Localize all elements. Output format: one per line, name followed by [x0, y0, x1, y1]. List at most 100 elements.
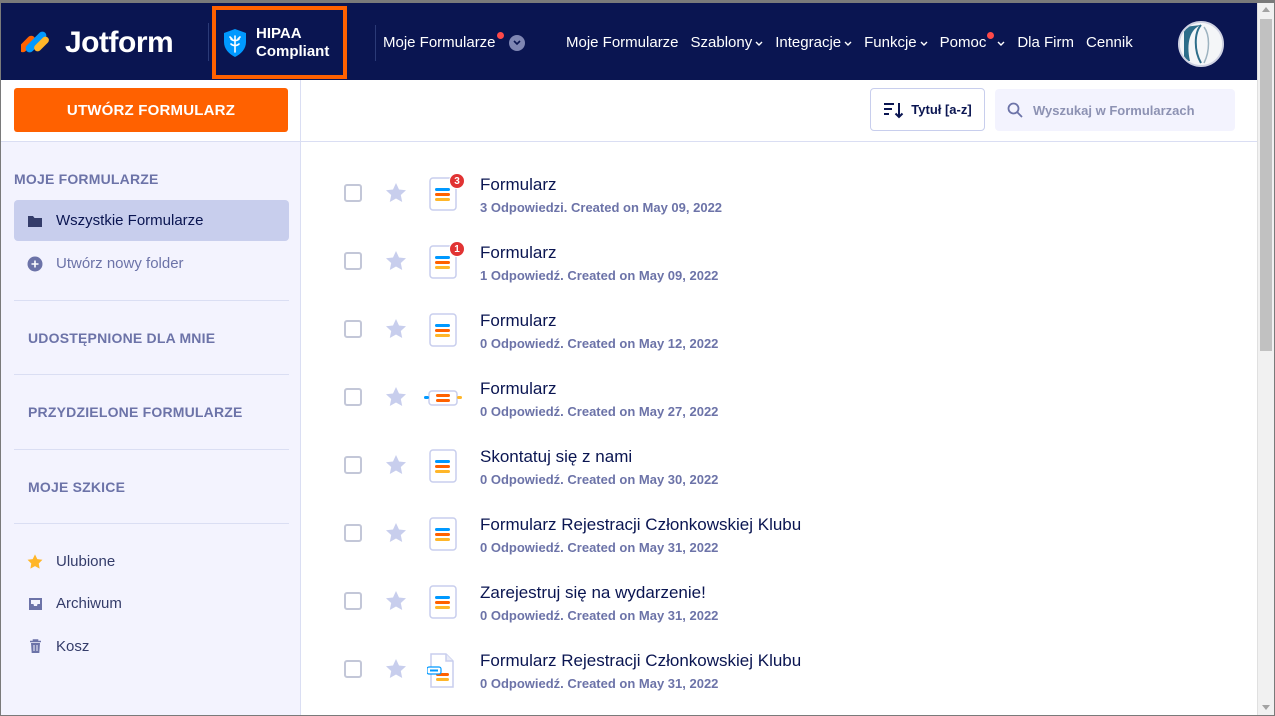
list-item[interactable]: Skontatuj się z nami 0 Odpowiedź. Created…: [301, 447, 1257, 524]
form-checkbox[interactable]: [344, 388, 362, 406]
pdf-form-icon: [426, 653, 455, 688]
star-icon[interactable]: [385, 522, 407, 548]
star-icon: [27, 554, 43, 570]
nav-item-6[interactable]: Cennik: [1086, 34, 1133, 51]
jotform-logo[interactable]: Jotform: [21, 25, 174, 61]
sidebar-divider: [14, 523, 289, 524]
notification-dot: [987, 32, 995, 39]
sidebar-divider: [14, 374, 289, 375]
form-meta: 1 Odpowiedź. Created on May 09, 2022: [480, 268, 719, 283]
list-item[interactable]: 3 Formularz 3 Odpowiedzi. Created on May 0…: [301, 173, 1257, 252]
sort-button[interactable]: Tytuł [a-z]: [870, 88, 985, 131]
list-item[interactable]: Formularz Rejestracji Członkowskiej Klub…: [301, 651, 1257, 716]
hipaa-line1: HIPAA: [256, 24, 302, 42]
main-nav: Moje Formularze Szablony Integracje Funkcje…: [566, 32, 1145, 51]
form-title[interactable]: Formularz: [480, 311, 557, 331]
star-icon[interactable]: [385, 250, 407, 276]
submission-count-badge: 3: [449, 173, 465, 189]
scroll-thumb[interactable]: [1260, 19, 1272, 351]
form-meta: 0 Odpowiedź. Created on May 31, 2022: [480, 540, 719, 555]
form-meta: 0 Odpowiedź. Created on May 12, 2022: [480, 336, 719, 351]
nav-item-5[interactable]: Dla Firm: [1017, 34, 1074, 51]
card-form-icon: [424, 381, 462, 415]
form-title[interactable]: Zarejestruj się na wydarzenie!: [480, 583, 706, 603]
form-meta: 0 Odpowiedź. Created on May 31, 2022: [480, 608, 719, 623]
nav-item-label: Integracje: [775, 34, 842, 51]
nav-item-4[interactable]: Pomoc: [940, 32, 1006, 51]
form-checkbox[interactable]: [344, 456, 362, 474]
shield-icon: [224, 28, 246, 57]
form-checkbox[interactable]: [344, 252, 362, 270]
sidebar-top: UTWÓRZ FORMULARZ: [1, 80, 300, 142]
plus-circle-icon: [27, 256, 43, 272]
search-input[interactable]: [1033, 102, 1223, 118]
search-box[interactable]: [995, 89, 1235, 131]
nav-item-label: Szablony: [690, 34, 753, 51]
jotform-logo-icon: [21, 31, 49, 59]
sidebar: UTWÓRZ FORMULARZ MOJE FORMULARZE Wszystk…: [1, 80, 301, 715]
list-item[interactable]: Formularz 0 Odpowiedź. Created on May 27,…: [301, 379, 1257, 456]
archive-icon: [27, 596, 43, 612]
notification-dot: [496, 32, 504, 39]
avatar-image: [1180, 23, 1222, 65]
chevron-down-icon: [844, 39, 852, 49]
sidebar-item-label: Ulubione: [56, 553, 116, 570]
star-icon[interactable]: [385, 454, 407, 480]
form-title[interactable]: Formularz Rejestracji Członkowskiej Klub…: [480, 651, 801, 671]
form-checkbox[interactable]: [344, 524, 362, 542]
nav-item-0[interactable]: Moje Formularze: [566, 34, 679, 51]
form-title[interactable]: Formularz Rejestracji Członkowskiej Klub…: [480, 515, 801, 535]
nav-item-label: Dla Firm: [1017, 34, 1075, 51]
chevron-down-icon[interactable]: [508, 34, 525, 51]
sidebar-divider: [14, 449, 289, 450]
create-form-button[interactable]: UTWÓRZ FORMULARZ: [14, 88, 288, 132]
my-forms-dropdown[interactable]: Moje Formularze: [383, 32, 525, 51]
scroll-down-arrow-icon[interactable]: [1262, 705, 1270, 710]
form-meta: 0 Odpowiedź. Created on May 30, 2022: [480, 472, 719, 487]
sidebar-item-label: Archiwum: [56, 595, 122, 612]
header-divider: [375, 25, 376, 61]
sidebar-item-shared[interactable]: UDOSTĘPNIONE DLA MNIE: [28, 330, 215, 346]
submission-count-badge: 1: [449, 241, 465, 257]
sidebar-item-assigned[interactable]: PRZYDZIELONE FORMULARZE: [28, 404, 243, 420]
sidebar-item-favorites[interactable]: Ulubione: [14, 541, 289, 582]
chevron-down-icon: [755, 39, 763, 49]
nav-item-label: Cennik: [1086, 34, 1133, 51]
sidebar-item-trash[interactable]: Kosz: [14, 626, 289, 667]
form-title[interactable]: Formularz: [480, 379, 557, 399]
star-icon[interactable]: [385, 182, 407, 208]
chevron-down-icon: [920, 39, 928, 49]
form-checkbox[interactable]: [344, 592, 362, 610]
sidebar-divider: [14, 300, 289, 301]
star-icon[interactable]: [385, 318, 407, 344]
scroll-up-arrow-icon[interactable]: [1262, 7, 1270, 12]
form-title[interactable]: Formularz: [480, 175, 557, 195]
sidebar-item-drafts[interactable]: MOJE SZKICE: [28, 479, 125, 495]
nav-item-2[interactable]: Integracje: [775, 34, 852, 51]
nav-item-label: Moje Formularze: [566, 34, 679, 51]
list-item[interactable]: Formularz Rejestracji Członkowskiej Klub…: [301, 515, 1257, 592]
hipaa-compliant-badge[interactable]: HIPAA Compliant: [212, 6, 347, 79]
star-icon[interactable]: [385, 658, 407, 684]
avatar[interactable]: [1178, 21, 1224, 67]
sidebar-item-all-forms[interactable]: Wszystkie Formularze: [14, 200, 289, 241]
search-icon: [1007, 102, 1023, 118]
nav-item-3[interactable]: Funkcje: [864, 34, 928, 51]
nav-item-1[interactable]: Szablony: [691, 34, 764, 51]
form-checkbox[interactable]: [344, 320, 362, 338]
form-title[interactable]: Skontatuj się z nami: [480, 447, 632, 467]
form-checkbox[interactable]: [344, 660, 362, 678]
form-title[interactable]: Formularz: [480, 243, 557, 263]
hipaa-label: HIPAA Compliant: [256, 25, 329, 61]
form-checkbox[interactable]: [344, 184, 362, 202]
star-icon[interactable]: [385, 590, 407, 616]
page-scrollbar[interactable]: [1257, 3, 1274, 715]
sidebar-item-archive[interactable]: Archiwum: [14, 583, 289, 624]
sidebar-item-new-folder[interactable]: Utwórz nowy folder: [14, 243, 289, 284]
logo-text: Jotform: [65, 26, 174, 59]
star-icon[interactable]: [385, 386, 407, 412]
list-item[interactable]: 1 Formularz 1 Odpowiedź. Created on May 09…: [301, 241, 1257, 320]
hipaa-line2: Compliant: [256, 42, 330, 60]
list-item[interactable]: Zarejestruj się na wydarzenie! 0 Odpowied…: [301, 583, 1257, 660]
list-item[interactable]: Formularz 0 Odpowiedź. Created on May 12,…: [301, 311, 1257, 388]
